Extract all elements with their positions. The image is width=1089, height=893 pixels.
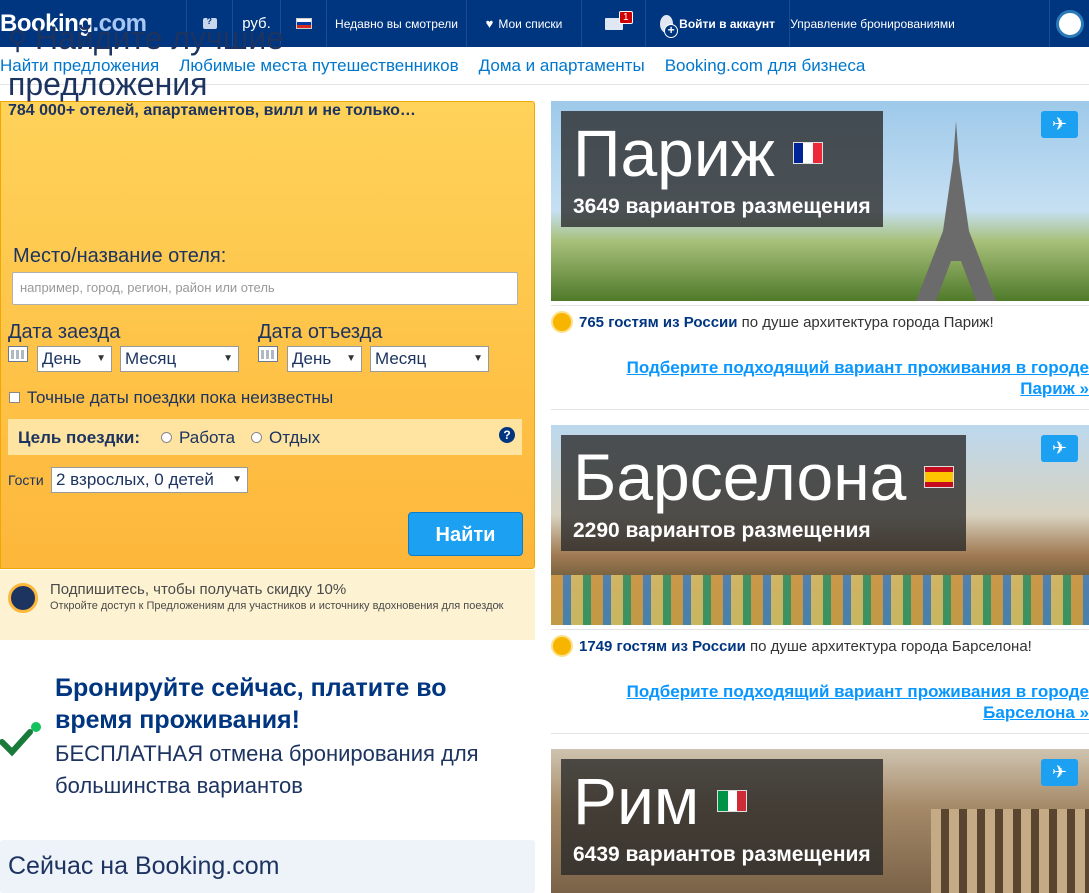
- search-button[interactable]: Найти: [408, 512, 523, 556]
- barcelona-label-box: Барселона 2290 вариантов размещения: [561, 435, 967, 551]
- trip-purpose-label: Цель поездки:: [18, 428, 141, 447]
- guests-count: 765 гостям из России: [579, 314, 738, 331]
- add-user-icon: [660, 14, 679, 38]
- airplane-icon[interactable]: ✈: [1041, 111, 1078, 138]
- chevron-down-icon: ▼: [346, 353, 356, 364]
- link-line-1: Подберите подходящий вариант проживания …: [626, 682, 1089, 701]
- login-label: Войти в аккаунт: [679, 16, 775, 31]
- guests-label: Гости: [8, 472, 44, 488]
- paris-stays-link[interactable]: Подберите подходящий вариант проживания …: [569, 357, 1089, 399]
- colosseum-arches: [931, 809, 1089, 893]
- heart-icon: ♥: [485, 16, 494, 31]
- now-title: Сейчас на Booking.com: [8, 852, 280, 880]
- manage-bookings-label: Управление бронированиями: [790, 16, 955, 31]
- search-title: ⚲ Найдите лучшие предложения: [8, 16, 428, 106]
- link-line-1: Подберите подходящий вариант проживания …: [626, 358, 1089, 377]
- checkin-label: Дата заезда: [8, 321, 121, 343]
- checkout-month-value: Месяц: [375, 349, 427, 368]
- checkout-label: Дата отъезда: [258, 321, 383, 343]
- destination-card-barcelona[interactable]: Барселона 2290 вариантов размещения ✈: [551, 425, 1089, 625]
- promo-desc: БЕСПЛАТНАЯ отмена бронирования для больш…: [55, 741, 479, 798]
- envelope-icon: 1: [604, 10, 633, 30]
- landmark-icon: [551, 635, 573, 657]
- search-title-text: Найдите лучшие предложения: [8, 20, 285, 102]
- chevron-down-icon: ▼: [232, 474, 242, 485]
- flexible-dates-checkbox[interactable]: [9, 392, 20, 403]
- checkout-day-value: День: [292, 349, 332, 368]
- purpose-leisure-label: Отдых: [269, 428, 321, 447]
- link-line-2: Барселона »: [983, 703, 1089, 722]
- my-lists-link[interactable]: ♥ Мои списки: [466, 0, 581, 47]
- landmark-icon: [551, 311, 573, 333]
- guests-value: 2 взрослых, 0 детей: [56, 470, 214, 489]
- tab-homes-apartments[interactable]: Дома и апартаменты: [479, 56, 645, 76]
- messages-badge: 1: [618, 10, 633, 24]
- promo-title: Бронируйте сейчас, платите во время прож…: [55, 674, 447, 734]
- guests-select[interactable]: 2 взрослых, 0 детей ▼: [51, 467, 248, 493]
- france-flag-icon: [792, 142, 823, 164]
- checkmark-icon: [0, 722, 41, 757]
- destination-card-paris[interactable]: Париж 3649 вариантов размещения ✈: [551, 101, 1089, 301]
- chevron-down-icon[interactable]: ⌄: [494, 594, 506, 611]
- messages-button[interactable]: 1: [581, 0, 645, 47]
- login-button[interactable]: Войти в аккаунт: [645, 0, 789, 47]
- place-label: Место/название отеля:: [13, 245, 227, 267]
- purpose-work-label: Работа: [179, 428, 236, 447]
- divider: [551, 733, 1089, 734]
- search-icon: ⚲: [8, 25, 28, 55]
- manage-bookings-link[interactable]: Управление бронированиями: [789, 0, 955, 47]
- airplane-icon[interactable]: ✈: [1041, 759, 1078, 786]
- divider: [551, 409, 1089, 410]
- checkout-day-select[interactable]: День ▼: [287, 346, 362, 372]
- chevron-down-icon: ▼: [96, 353, 106, 364]
- destination-input[interactable]: например, город, регион, район или отель: [12, 272, 518, 305]
- purpose-leisure-radio[interactable]: [251, 432, 262, 443]
- chevron-down-icon: ▼: [223, 353, 233, 364]
- paris-label-box: Париж 3649 вариантов размещения: [561, 111, 883, 227]
- purpose-work-radio[interactable]: [161, 432, 172, 443]
- search-subtitle: 784 000+ отелей, апартаментов, вилл и не…: [8, 102, 416, 119]
- flexible-dates-label: Точные даты поездки пока неизвестны: [27, 388, 334, 407]
- city-name: Барселона: [561, 435, 966, 519]
- chevron-down-icon: ▼: [473, 353, 483, 364]
- subscribe-title: Подпишитесь, чтобы получать скидку 10%: [50, 581, 347, 598]
- liked-text: по душе архитектура города Барселона!: [750, 638, 1032, 655]
- guests-count: 1749 гостям из России: [579, 638, 746, 655]
- deal-badge-icon: [8, 583, 38, 613]
- paris-guests-info: 765 гостям из России по душе архитектура…: [551, 305, 1089, 337]
- now-on-booking: Сейчас на Booking.com: [0, 840, 535, 893]
- eiffel-tower-icon: [916, 121, 996, 301]
- help-icon[interactable]: ?: [499, 427, 515, 443]
- checkout-calendar-icon[interactable]: [258, 346, 278, 362]
- barcelona-stays-link[interactable]: Подберите подходящий вариант проживания …: [569, 681, 1089, 723]
- liked-text: по душе архитектура города Париж!: [741, 314, 994, 331]
- property-count: 6439 вариантов размещения: [573, 843, 871, 866]
- tab-business[interactable]: Booking.com для бизнеса: [665, 56, 866, 76]
- barcelona-guests-info: 1749 гостям из России по душе архитектур…: [551, 629, 1089, 661]
- checkin-day-value: День: [42, 349, 82, 368]
- city-name: Рим: [561, 759, 883, 843]
- airplane-icon[interactable]: ✈: [1041, 435, 1078, 462]
- italy-flag-icon: [717, 790, 748, 812]
- subscribe-desc: Откройте доступ к Предложениям для участ…: [50, 600, 504, 612]
- map-pin-icon: [1055, 9, 1084, 38]
- checkin-month-select[interactable]: Месяц ▼: [120, 346, 239, 372]
- checkout-month-select[interactable]: Месяц ▼: [370, 346, 489, 372]
- mosaic-bench: [551, 575, 1089, 625]
- my-lists-label: Мои списки: [498, 16, 563, 31]
- checkin-day-select[interactable]: День ▼: [37, 346, 112, 372]
- link-line-2: Париж »: [1020, 379, 1089, 398]
- checkin-calendar-icon[interactable]: [8, 346, 28, 362]
- map-pin-button[interactable]: [1049, 0, 1089, 47]
- city-name: Париж: [561, 111, 883, 195]
- spain-flag-icon: [924, 466, 955, 488]
- rome-label-box: Рим 6439 вариантов размещения: [561, 759, 883, 875]
- property-count: 3649 вариантов размещения: [573, 195, 871, 218]
- destination-card-rome[interactable]: Рим 6439 вариантов размещения ✈: [551, 749, 1089, 893]
- property-count: 2290 вариантов размещения: [573, 519, 871, 542]
- checkin-month-value: Месяц: [125, 349, 177, 368]
